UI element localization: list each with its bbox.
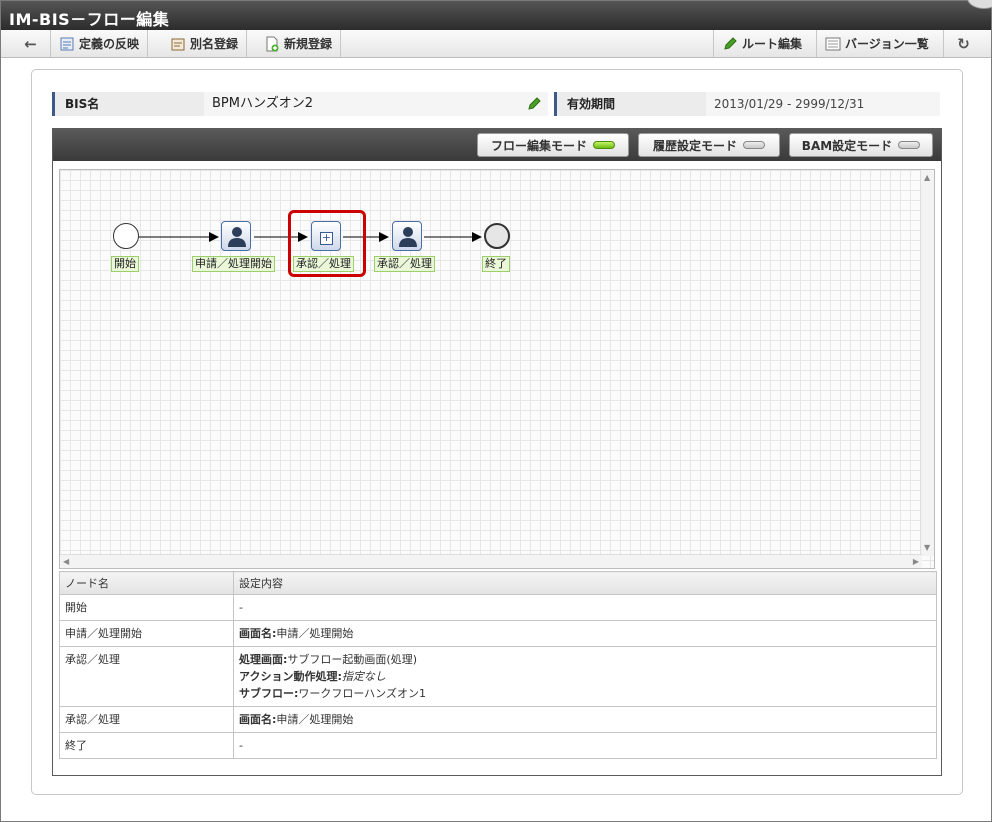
node-settings-table: ノード名 設定内容 開始 - 申請／処理開始 画面名:申請／処理開始 承認／処理 (59, 571, 937, 759)
history-mode-label: 履歴設定モード (652, 138, 737, 153)
bis-name-label: BIS名 (52, 92, 204, 116)
selected-node-highlight (288, 210, 366, 277)
start-node-label: 開始 (111, 256, 139, 272)
node-name-cell: 承認／処理 (59, 706, 234, 733)
back-button[interactable]: ← (11, 30, 51, 57)
settings-cell: 画面名:申請／処理開始 (233, 706, 937, 733)
validity-period-label: 有効期間 (554, 92, 706, 116)
setting-value: - (239, 739, 243, 752)
start-node[interactable] (113, 223, 139, 249)
scroll-left-icon[interactable]: ◀ (63, 557, 69, 567)
flow-editor: フロー編集モード 履歴設定モード BAM設定モード 開始 申請／処理開始 + 承… (52, 128, 942, 776)
table-header-row: ノード名 設定内容 (59, 571, 937, 595)
table-row: 承認／処理 画面名:申請／処理開始 (59, 706, 937, 733)
node-name-cell: 開始 (59, 594, 234, 621)
end-node[interactable] (484, 223, 510, 249)
alias-register-button[interactable]: 別名登録 (162, 30, 248, 57)
window-corner-icon (967, 0, 992, 9)
validity-period-row: 有効期間 2013/01/29 - 2999/12/31 (554, 92, 940, 116)
title-bar: IM-BIS－フロー編集 (1, 0, 992, 30)
flow-edit-mode-button[interactable]: フロー編集モード (477, 133, 629, 157)
settings-cell: 処理画面:サブフロー起動画面(処理) アクション動作処理:指定なし サブフロー:… (233, 646, 937, 707)
node-name-cell: 終了 (59, 732, 234, 759)
setting-key: アクション動作処理: (239, 670, 342, 683)
setting-value: - (239, 601, 243, 614)
setting-value: 指定なし (341, 670, 386, 683)
reflect-definition-icon (59, 36, 75, 52)
route-edit-label: ルート編集 (742, 37, 803, 51)
route-edit-button[interactable]: ルート編集 (713, 30, 810, 57)
flow-edit-mode-label: フロー編集モード (490, 138, 587, 153)
setting-value: 申請／処理開始 (276, 627, 354, 640)
settings-cell: - (233, 594, 937, 621)
settings-cell: 画面名:申請／処理開始 (233, 620, 937, 647)
edit-pencil-icon[interactable] (526, 96, 542, 121)
scroll-down-icon[interactable]: ▼ (924, 543, 930, 553)
version-list-label: バージョン一覧 (845, 37, 929, 51)
pencil-icon (722, 36, 738, 52)
flow-canvas[interactable]: 開始 申請／処理開始 + 承認／処理 承認／処理 終了 ▲ ▼ ◀ ▶ (59, 169, 935, 569)
list-icon (825, 36, 841, 52)
refresh-icon: ↻ (957, 34, 970, 53)
main-panel: BIS名 BPMハンズオン2 有効期間 2013/01/29 - 2999/12… (31, 69, 963, 795)
user-icon (399, 227, 417, 247)
table-row: 申請／処理開始 画面名:申請／処理開始 (59, 620, 937, 647)
new-register-label: 新規登録 (284, 37, 333, 51)
mode-indicator-icon (593, 141, 615, 149)
apply-task-label: 申請／処理開始 (192, 256, 275, 272)
setting-key: 処理画面: (239, 653, 288, 666)
setting-value: サブフロー起動画面(処理) (287, 653, 417, 666)
refresh-button[interactable]: ↻ (943, 30, 983, 57)
setting-key: サブフロー: (239, 687, 299, 700)
bis-name-row: BIS名 BPMハンズオン2 (52, 92, 548, 116)
setting-value: 申請／処理開始 (276, 713, 354, 726)
mode-indicator-icon (898, 141, 921, 149)
history-mode-button[interactable]: 履歴設定モード (638, 133, 780, 157)
back-arrow-icon: ← (24, 34, 37, 53)
table-row: 開始 - (59, 594, 937, 621)
approve-task-node[interactable] (392, 221, 422, 251)
alias-register-icon (170, 36, 186, 52)
mode-indicator-icon (743, 141, 765, 149)
bam-mode-label: BAM設定モード (801, 138, 893, 153)
window-title: IM-BIS－フロー編集 (9, 10, 170, 29)
column-header-settings: 設定内容 (233, 571, 937, 595)
table-row: 承認／処理 処理画面:サブフロー起動画面(処理) アクション動作処理:指定なし … (59, 646, 937, 707)
version-list-button[interactable]: バージョン一覧 (816, 30, 937, 57)
vertical-scrollbar[interactable]: ▲ ▼ (920, 170, 934, 556)
setting-key: 画面名: (239, 627, 277, 640)
setting-key: 画面名: (239, 713, 277, 726)
horizontal-scrollbar[interactable]: ◀ ▶ (60, 554, 922, 568)
node-name-cell: 申請／処理開始 (59, 620, 234, 647)
new-register-button[interactable]: 新規登録 (256, 30, 342, 57)
setting-value: ワークフローハンズオン1 (298, 687, 426, 700)
alias-register-label: 別名登録 (190, 37, 239, 51)
approve-task-label: 承認／処理 (374, 256, 435, 272)
bam-mode-button[interactable]: BAM設定モード (789, 133, 933, 157)
mode-bar: フロー編集モード 履歴設定モード BAM設定モード (53, 129, 941, 161)
apply-task-node[interactable] (221, 221, 251, 251)
app-window: IM-BIS－フロー編集 ← 定義の反映 別名登録 新規登録 ルート編集 バージ… (0, 0, 992, 822)
end-node-label: 終了 (482, 256, 510, 272)
validity-period-value: 2013/01/29 - 2999/12/31 (706, 92, 940, 116)
new-document-icon (264, 36, 280, 52)
node-name-cell: 承認／処理 (59, 646, 234, 707)
scroll-up-icon[interactable]: ▲ (924, 173, 930, 183)
user-icon (228, 227, 246, 247)
bis-name-value: BPMハンズオン2 (204, 92, 548, 116)
column-header-node: ノード名 (59, 571, 234, 595)
reflect-definition-label: 定義の反映 (79, 37, 140, 51)
bis-name-text: BPMハンズオン2 (212, 96, 313, 111)
toolbar: ← 定義の反映 別名登録 新規登録 ルート編集 バージョン一覧 ↻ (1, 30, 991, 58)
table-row: 終了 - (59, 732, 937, 759)
reflect-definition-button[interactable]: 定義の反映 (51, 30, 149, 57)
scroll-right-icon[interactable]: ▶ (913, 557, 919, 567)
settings-cell: - (233, 732, 937, 759)
